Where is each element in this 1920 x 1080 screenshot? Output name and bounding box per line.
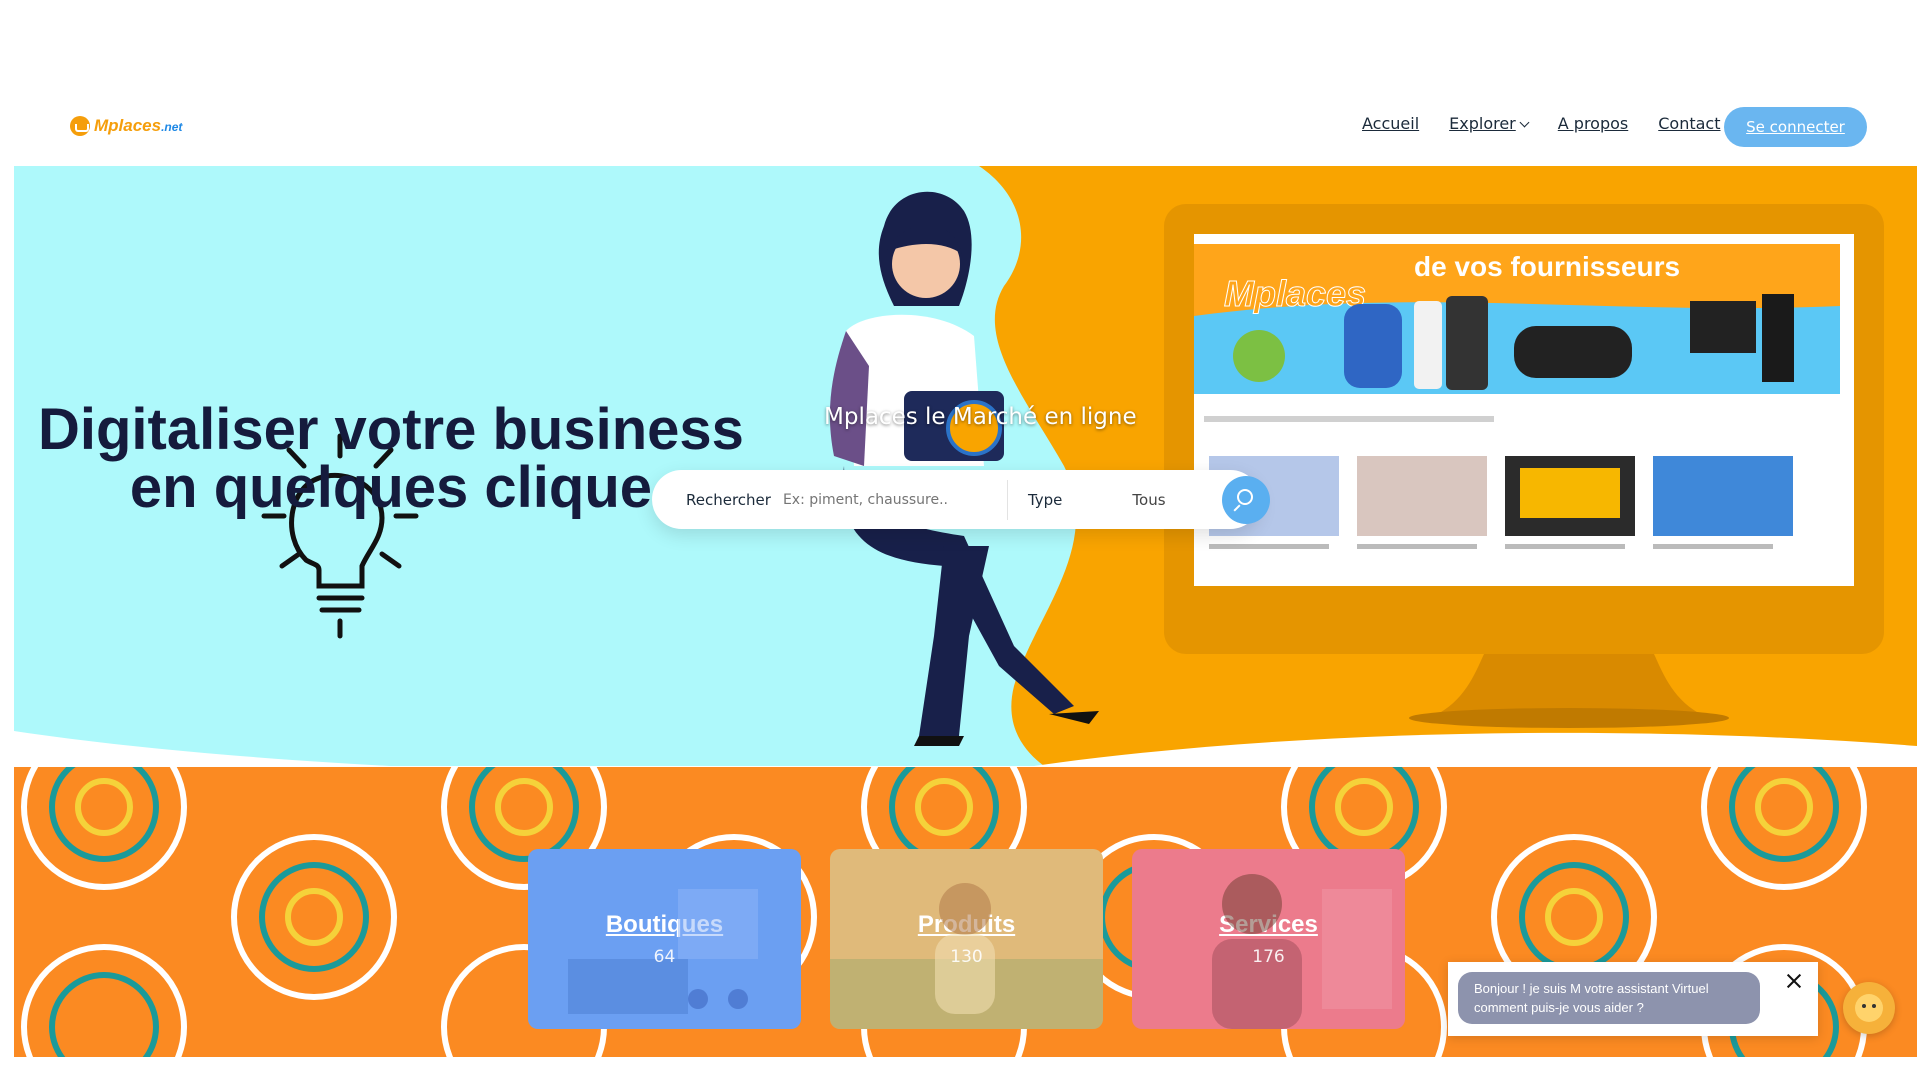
nav-a-propos[interactable]: A propos: [1558, 114, 1628, 133]
search-input[interactable]: [780, 490, 995, 509]
shopping-cart-image: [568, 889, 758, 1014]
hero-banner: Mplaces de vos fournisseurs Digitaliser …: [14, 166, 1917, 766]
svg-text:Mplaces: Mplaces: [1224, 273, 1366, 314]
category-count: 64: [653, 947, 676, 967]
type-select[interactable]: Tous: [1132, 491, 1165, 509]
hero-headline: Digitaliser votre business en quelques c…: [38, 401, 744, 517]
headline-line-2: en quelques clique: [129, 455, 653, 520]
svg-text:de vos fournisseurs: de vos fournisseurs: [1414, 251, 1680, 282]
headline-line-1: Digitaliser votre business: [38, 397, 744, 462]
brand-suffix: .net: [161, 120, 183, 134]
category-card-produits[interactable]: Produits 130: [830, 849, 1103, 1029]
type-label: Type: [1027, 490, 1063, 509]
cart-logo-icon: [70, 116, 90, 136]
close-icon[interactable]: [1784, 972, 1804, 992]
nav-accueil[interactable]: Accueil: [1362, 114, 1419, 133]
chat-popup: Bonjour ! je suis M votre assistant Virt…: [1448, 962, 1818, 1036]
brand-name: Mplaces: [94, 116, 162, 135]
search-button[interactable]: [1222, 476, 1270, 524]
nav-explorer[interactable]: Explorer: [1449, 114, 1530, 133]
market-vendor-image: [830, 883, 1103, 1029]
chevron-down-icon: [1519, 117, 1530, 128]
monitor-illustration: Mplaces de vos fournisseurs: [1164, 204, 1884, 728]
bot-avatar-icon: [1855, 994, 1883, 1022]
service-worker-image: [1212, 874, 1392, 1029]
search-divider: [1006, 479, 1008, 520]
search-bar: Rechercher Type Tous: [652, 470, 1270, 529]
category-card-boutiques[interactable]: Boutiques 64: [528, 849, 801, 1029]
login-button[interactable]: Se connecter: [1724, 107, 1867, 147]
category-count: 176: [1252, 947, 1285, 967]
assistant-bot-button[interactable]: [1843, 982, 1895, 1034]
search-label: Rechercher: [686, 490, 771, 509]
category-count: 130: [950, 947, 983, 967]
search-icon: [1237, 489, 1253, 505]
nav-explorer-label: Explorer: [1449, 114, 1516, 133]
hero-tagline: Mplaces le Marché en ligne: [824, 404, 1137, 430]
category-card-services[interactable]: Services 176: [1132, 849, 1405, 1029]
chat-message: Bonjour ! je suis M votre assistant Virt…: [1458, 972, 1760, 1024]
main-nav: Accueil Explorer A propos Contact: [1362, 114, 1721, 133]
nav-contact[interactable]: Contact: [1658, 114, 1720, 133]
site-logo[interactable]: Mplaces.net: [70, 116, 182, 136]
